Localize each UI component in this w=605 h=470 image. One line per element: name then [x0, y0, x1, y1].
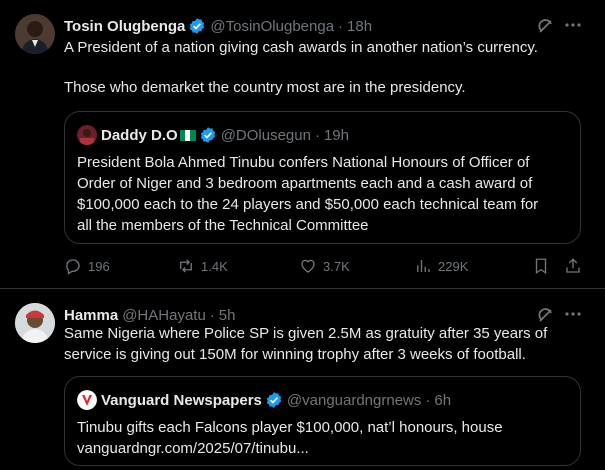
reply-icon: [66, 259, 80, 275]
avatar[interactable]: [15, 14, 55, 54]
reply-count: 196: [88, 258, 110, 274]
author-handle[interactable]: @TosinOlugbenga: [210, 18, 334, 35]
repost-count: 1.4K: [201, 258, 228, 274]
author-name[interactable]: Hamma: [64, 307, 118, 324]
bookmark-icon: [535, 258, 547, 275]
separator-dot: ·: [425, 391, 431, 409]
timestamp[interactable]: 18h: [347, 18, 372, 35]
share-icon: [566, 258, 580, 273]
avatar[interactable]: [15, 303, 55, 343]
views-button[interactable]: 229K: [414, 257, 468, 275]
tweet-text-line: service is giving out 150M for winning t…: [64, 346, 526, 363]
heart-icon: [301, 259, 315, 273]
verified-badge-icon: [265, 391, 283, 409]
tweet[interactable]: Tosin Olugbenga @TosinOlugbenga · 18h A …: [0, 0, 605, 289]
quoted-text-line: President Bola Ahmed Tinubu confers Nati…: [77, 154, 530, 171]
quoted-timestamp[interactable]: 19h: [324, 127, 349, 144]
grok-icon[interactable]: [536, 306, 556, 326]
quoted-text-line: Tinubu gifts each Falcons player $100,00…: [77, 419, 503, 436]
reply-button[interactable]: 196: [64, 257, 110, 275]
tweet-text-line: A President of a nation giving cash awar…: [64, 39, 538, 56]
quoted-avatar[interactable]: [77, 125, 97, 145]
more-options-icon[interactable]: [563, 304, 583, 324]
quoted-author-name[interactable]: Daddy D.O: [101, 127, 178, 144]
separator-dot: ·: [338, 17, 344, 35]
separator-dot: ·: [314, 126, 320, 144]
repost-button[interactable]: 1.4K: [177, 257, 228, 275]
action-bar: 196 1.4K 3.7K 229K: [64, 257, 584, 279]
tweet-text-line: Same Nigeria where Police SP is given 2.…: [64, 325, 548, 342]
quoted-author-name[interactable]: Vanguard Newspapers: [101, 392, 262, 409]
grok-icon[interactable]: [536, 17, 556, 37]
quoted-text-line: all the members of the Technical Committ…: [77, 217, 369, 234]
repost-icon: [180, 259, 192, 273]
bookmark-button[interactable]: [532, 257, 556, 275]
quoted-tweet[interactable]: Daddy D.O @DOlusegun · 19h President Bol…: [64, 111, 581, 244]
share-button[interactable]: [564, 257, 588, 275]
views-count: 229K: [438, 258, 469, 274]
timestamp[interactable]: 5h: [219, 307, 236, 324]
like-count: 3.7K: [323, 258, 350, 274]
tweet-text-line: Those who demarket the country most are …: [64, 79, 466, 96]
author-name[interactable]: Tosin Olugbenga: [64, 18, 185, 35]
quoted-avatar[interactable]: [77, 390, 97, 410]
quoted-timestamp[interactable]: 6h: [434, 392, 451, 409]
nigeria-flag-icon: [179, 129, 196, 141]
separator-dot: ·: [209, 306, 215, 324]
quoted-author-handle[interactable]: @vanguardngrnews: [287, 392, 421, 409]
quoted-link[interactable]: vanguardngr.com/2025/07/tinubu...: [77, 439, 309, 459]
quoted-author-handle[interactable]: @DOlusegun: [221, 127, 311, 144]
quoted-text-line: Order of Niger and 3 bedroom apartments …: [77, 175, 533, 192]
verified-badge-icon: [188, 17, 206, 35]
more-options-icon[interactable]: [563, 15, 583, 35]
quoted-text-line: $100,000 each to the 24 players and $50,…: [77, 196, 539, 213]
verified-badge-icon: [199, 126, 217, 144]
author-handle[interactable]: @HAHayatu: [122, 307, 206, 324]
quoted-tweet[interactable]: Vanguard Newspapers @vanguardngrnews · 6…: [64, 376, 581, 466]
views-chart-icon: [417, 260, 430, 272]
like-button[interactable]: 3.7K: [299, 257, 350, 275]
vanguard-logo-icon: [77, 390, 97, 410]
